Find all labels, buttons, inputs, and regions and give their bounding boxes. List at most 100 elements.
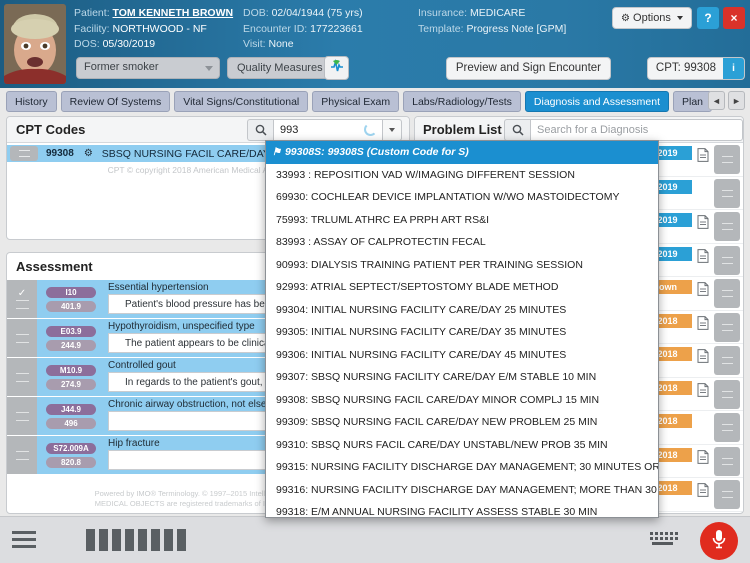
- assessment-row-handle[interactable]: [7, 436, 37, 474]
- document-icon: [697, 449, 709, 464]
- chevron-down-icon: [205, 66, 213, 71]
- insurance-info-block: Insurance: MEDICARE Template: Progress N…: [418, 6, 566, 37]
- autocomplete-item[interactable]: 99315: NURSING FACILITY DISCHARGE DAY MA…: [266, 456, 658, 479]
- microphone-button[interactable]: [700, 522, 738, 560]
- autocomplete-item[interactable]: 90993: DIALYSIS TRAINING PATIENT PER TRA…: [266, 254, 658, 277]
- autocomplete-item[interactable]: 92993: ATRIAL SEPTECT/SEPTOSTOMY BLADE M…: [266, 276, 658, 299]
- autocomplete-item[interactable]: 99307: SBSQ NURSING FACILITY CARE/DAY E/…: [266, 366, 658, 389]
- drag-handle-icon[interactable]: [15, 300, 29, 309]
- assessment-row-codes: I10 401.9: [37, 280, 105, 318]
- document-icon-cell[interactable]: [692, 244, 714, 268]
- autocomplete-item[interactable]: 75993: TRLUML ATHRC EA PRPH ART RS&I: [266, 209, 658, 232]
- icd10-code-badge: J44.9: [46, 403, 96, 415]
- help-button[interactable]: ?: [697, 7, 719, 29]
- patient-name-link[interactable]: TOM KENNETH BROWN: [113, 7, 234, 19]
- document-icon: [697, 349, 709, 363]
- tab-prev-button[interactable]: ◄: [708, 91, 725, 110]
- cpt-search-input[interactable]: 993: [273, 119, 383, 141]
- autocomplete-item[interactable]: 33993 : REPOSITION VAD W/IMAGING DIFFERE…: [266, 164, 658, 187]
- drag-handle-icon[interactable]: [15, 372, 29, 382]
- hamburger-menu-icon[interactable]: [12, 531, 36, 552]
- autocomplete-item[interactable]: 99304: INITIAL NURSING FACILITY CARE/DAY…: [266, 299, 658, 322]
- dob-value: 02/04/1944 (75 yrs): [271, 7, 363, 19]
- encounter-info-block: DOB: 02/04/1944 (75 yrs) Encounter ID: 1…: [243, 6, 363, 53]
- patient-label: Patient:: [74, 7, 110, 19]
- help-icon: ?: [704, 11, 712, 25]
- drag-handle-icon[interactable]: [714, 446, 740, 476]
- tab-plan[interactable]: Plan: [673, 90, 713, 112]
- drag-handle-icon[interactable]: [714, 312, 740, 342]
- drag-handle-icon[interactable]: [15, 333, 29, 343]
- autocomplete-item-label: 99316: NURSING FACILITY DISCHARGE DAY MA…: [276, 483, 658, 496]
- document-icon-cell[interactable]: [692, 210, 714, 234]
- document-icon-cell[interactable]: [692, 445, 714, 469]
- drag-handle-icon[interactable]: [15, 450, 29, 460]
- gear-icon[interactable]: ⚙: [84, 148, 93, 159]
- drag-handle-icon[interactable]: [714, 245, 740, 275]
- assessment-row-codes: M10.9 274.9: [37, 358, 105, 396]
- document-icon-cell[interactable]: [692, 177, 714, 182]
- search-icon[interactable]: [247, 119, 273, 141]
- drag-handle-icon[interactable]: [714, 346, 740, 375]
- assessment-row-handle[interactable]: [7, 319, 37, 357]
- preview-sign-encounter-button[interactable]: Preview and Sign Encounter: [445, 57, 611, 80]
- autocomplete-item[interactable]: 99316: NURSING FACILITY DISCHARGE DAY MA…: [266, 479, 658, 502]
- problem-list-search-input[interactable]: Search for a Diagnosis: [530, 119, 743, 141]
- autocomplete-item-selected[interactable]: ⚑ 99308S: 99308S (Custom Code for S): [266, 141, 658, 164]
- drag-handle-icon[interactable]: [10, 146, 38, 161]
- template-value: Progress Note [GPM]: [466, 22, 567, 35]
- autocomplete-item[interactable]: 83993 : ASSAY OF CALPROTECTIN FECAL: [266, 231, 658, 254]
- autocomplete-item-label: 99315: NURSING FACILITY DISCHARGE DAY MA…: [276, 461, 658, 473]
- facility-value: NORTHWOOD - NF: [112, 22, 207, 35]
- cpt-code-button[interactable]: CPT: 99308 i: [646, 57, 745, 80]
- autocomplete-item[interactable]: 99305: INITIAL NURSING FACILITY CARE/DAY…: [266, 321, 658, 344]
- caduceus-button[interactable]: [324, 56, 349, 80]
- autocomplete-item-label: 99308: SBSQ NURSING FACIL CARE/DAY MINOR…: [276, 393, 600, 406]
- drag-handle-icon[interactable]: [15, 411, 29, 421]
- autocomplete-item[interactable]: 99309: SBSQ NURSING FACIL CARE/DAY NEW P…: [266, 411, 658, 434]
- quality-measures-button[interactable]: Quality Measures: [227, 57, 333, 79]
- cpt-search-dropdown-toggle[interactable]: [383, 119, 402, 141]
- keyboard-icon[interactable]: [650, 532, 678, 545]
- cpt-row-code: 99308: [46, 148, 74, 159]
- document-icon-cell[interactable]: [692, 478, 714, 502]
- assessment-row-handle[interactable]: [7, 358, 37, 396]
- drag-handle-icon[interactable]: [714, 145, 740, 174]
- icd9-code-badge: 274.9: [46, 378, 96, 390]
- assessment-row-handle[interactable]: [7, 397, 37, 435]
- tab-labs-radiology-tests[interactable]: Labs/Radiology/Tests: [403, 90, 521, 112]
- autocomplete-item[interactable]: 99306: INITIAL NURSING FACILITY CARE/DAY…: [266, 344, 658, 367]
- document-icon-cell[interactable]: [692, 143, 714, 167]
- drag-handle-icon[interactable]: [714, 178, 740, 208]
- document-icon-cell[interactable]: [692, 311, 714, 335]
- autocomplete-item[interactable]: 99308: SBSQ NURSING FACIL CARE/DAY MINOR…: [266, 389, 658, 412]
- drag-handle-icon[interactable]: [714, 480, 740, 509]
- insurance-label: Insurance:: [418, 7, 468, 19]
- drag-handle-icon[interactable]: [714, 379, 740, 409]
- tab-review-of-systems[interactable]: Review Of Systems: [60, 90, 171, 112]
- cpt-autocomplete-dropdown[interactable]: ⚑ 99308S: 99308S (Custom Code for S) 33993…: [265, 140, 659, 518]
- autocomplete-item[interactable]: 69930: COCHLEAR DEVICE IMPLANTATION W/WO…: [266, 186, 658, 209]
- tab-next-button[interactable]: ►: [728, 91, 745, 110]
- assessment-row-handle[interactable]: ✓: [7, 280, 37, 318]
- drag-handle-icon[interactable]: [714, 212, 740, 241]
- document-icon-cell[interactable]: [692, 378, 714, 402]
- close-button[interactable]: ×: [723, 7, 745, 29]
- autocomplete-item[interactable]: 99310: SBSQ NURS FACIL CARE/DAY UNSTABL/…: [266, 434, 658, 457]
- autocomplete-item[interactable]: 99318: E/M ANNUAL NURSING FACILITY ASSES…: [266, 501, 658, 517]
- tab-physical-exam[interactable]: Physical Exam: [312, 90, 400, 112]
- smoking-status-select[interactable]: Former smoker: [76, 57, 220, 79]
- tab-history[interactable]: History: [6, 90, 57, 112]
- search-icon[interactable]: [504, 119, 530, 141]
- document-icon: [697, 382, 709, 397]
- document-icon-cell[interactable]: [692, 344, 714, 368]
- icd10-code-badge: E03.9: [46, 325, 96, 337]
- drag-handle-icon[interactable]: [714, 413, 740, 442]
- tab-diagnosis-and-assessment[interactable]: Diagnosis and Assessment: [524, 90, 669, 112]
- tab-vital-signs-constitutional[interactable]: Vital Signs/Constitutional: [174, 90, 309, 112]
- options-button[interactable]: ⚙ Options: [611, 7, 692, 29]
- document-icon-cell[interactable]: [692, 277, 714, 301]
- document-icon-cell[interactable]: [692, 411, 714, 416]
- drag-handle-icon[interactable]: [714, 279, 740, 308]
- info-icon[interactable]: i: [723, 58, 744, 79]
